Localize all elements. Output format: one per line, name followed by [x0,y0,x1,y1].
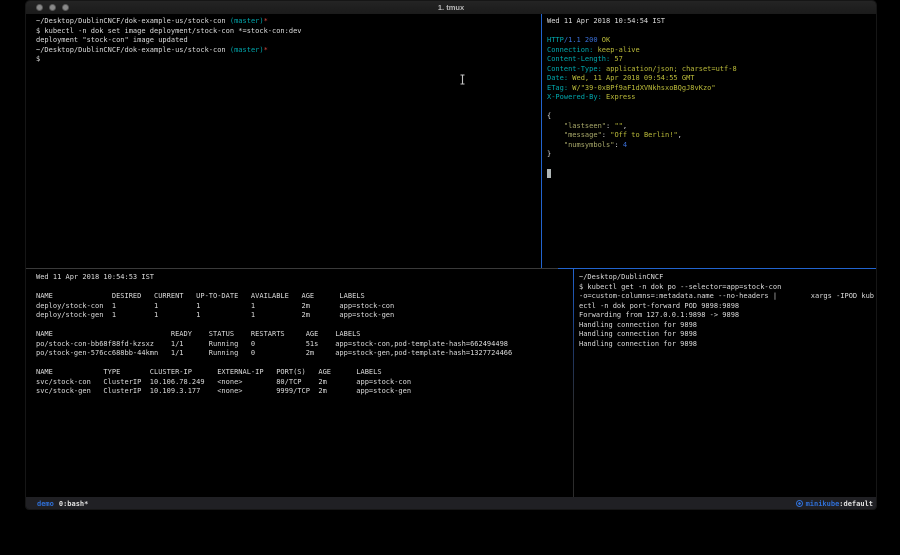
terminal-line: Wed 11 Apr 2018 10:54:54 IST [547,17,874,27]
terminal-line [547,169,874,179]
terminal-line: Content-Length: 57 [547,55,874,65]
terminal-line: X-Powered-By: Express [547,93,874,103]
pane-top-right[interactable]: Wed 11 Apr 2018 10:54:54 IST HTTP/1.1 20… [542,14,877,268]
terminal-line: -o=custom-columns=:metadata.name --no-he… [579,292,874,302]
pane-top-left[interactable]: ~/Desktop/DublinCNCF/dok-example-us/stoc… [26,14,541,268]
terminal-line: $ [36,55,535,65]
terminal-line: deploy/stock-gen 1 1 1 1 2m app=stock-ge… [36,311,569,321]
terminal-line: deployment "stock-con" image updated [36,36,535,46]
terminal-line [36,359,569,369]
status-left: demo 0:bash* [37,500,88,508]
desktop-background: 1. tmux ~/Desktop/DublinCNCF/dok-example… [0,0,900,555]
terminal-line [36,283,569,293]
terminal-line: "numsymbols": 4 [547,141,874,151]
kube-context: minikube [806,500,840,508]
terminal-line: Forwarding from 127.0.0.1:9898 -> 9898 [579,311,874,321]
status-right: minikube :default [796,500,873,508]
window-title: 1. tmux [438,3,464,12]
terminal-line: NAME DESIRED CURRENT UP-TO-DATE AVAILABL… [36,292,569,302]
pane-bottom-right[interactable]: ~/Desktop/DublinCNCF$ kubectl get -n dok… [574,269,877,497]
terminal-line: ~/Desktop/DublinCNCF/dok-example-us/stoc… [36,17,535,27]
tmux-status-bar: demo 0:bash* minikube :default [26,497,876,510]
terminal-line: { [547,112,874,122]
terminal-line: po/stock-gen-576cc688bb-44kmn 1/1 Runnin… [36,349,569,359]
session-name: demo [37,500,54,508]
terminal-line [547,27,874,37]
terminal-line [547,160,874,170]
close-button[interactable] [36,4,43,11]
terminal-line: Handling connection for 9898 [579,330,874,340]
terminal-line: NAME READY STATUS RESTARTS AGE LABELS [36,330,569,340]
terminal-line: Content-Type: application/json; charset=… [547,65,874,75]
terminal-line: svc/stock-gen ClusterIP 10.109.3.177 <no… [36,387,569,397]
terminal-line: Wed 11 Apr 2018 10:54:53 IST [36,273,569,283]
terminal-line: Date: Wed, 11 Apr 2018 09:54:55 GMT [547,74,874,84]
terminal-line [36,321,569,331]
terminal-window: 1. tmux ~/Desktop/DublinCNCF/dok-example… [25,0,877,510]
terminal-line: NAME TYPE CLUSTER-IP EXTERNAL-IP PORT(S)… [36,368,569,378]
terminal-line: deploy/stock-con 1 1 1 1 2m app=stock-co… [36,302,569,312]
terminal-line: Handling connection for 9898 [579,321,874,331]
title-bar[interactable]: 1. tmux [26,1,876,15]
terminal-line: ETag: W/"39-0xBPf9aF1dXVNkhsxoBQgJ8vKzo" [547,84,874,94]
terminal-line: ectl -n dok port-forward POD 9898:9898 [579,302,874,312]
terminal-line: HTTP/1.1 200 OK [547,36,874,46]
pane-bottom-left[interactable]: Wed 11 Apr 2018 10:54:53 IST NAME DESIRE… [26,269,573,497]
terminal-line: svc/stock-con ClusterIP 10.106.78.249 <n… [36,378,569,388]
terminal-line: $ kubectl -n dok set image deployment/st… [36,27,535,37]
terminal-line: $ kubectl get -n dok po --selector=app=s… [579,283,874,293]
zoom-button[interactable] [62,4,69,11]
kube-namespace: :default [839,500,873,508]
terminal-line: "message": "Off to Berlin!", [547,131,874,141]
window-tab-bash[interactable]: 0:bash* [59,500,89,508]
terminal-line: po/stock-con-bb68f88fd-kzsxz 1/1 Running… [36,340,569,350]
terminal-line: ~/Desktop/DublinCNCF/dok-example-us/stoc… [36,46,535,56]
terminal-line: "lastseen": "", [547,122,874,132]
kubernetes-wheel-icon [796,500,803,507]
minimize-button[interactable] [49,4,56,11]
ibeam-text-cursor [459,74,466,85]
terminal-line [547,103,874,113]
terminal-line: Handling connection for 9898 [579,340,874,350]
terminal-line: Connection: keep-alive [547,46,874,56]
terminal-line: ~/Desktop/DublinCNCF [579,273,874,283]
traffic-lights [36,4,69,11]
terminal-line: } [547,150,874,160]
